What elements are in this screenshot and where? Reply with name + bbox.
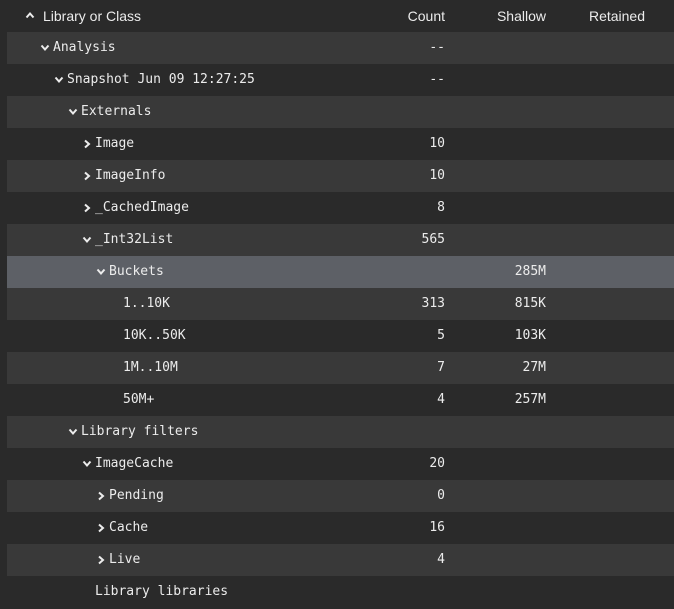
tree-row[interactable]: 1M..10M 7 27M	[7, 352, 674, 384]
tree-row[interactable]: _CachedImage 8	[7, 192, 674, 224]
row-name: ImageCache	[95, 456, 174, 471]
chevron-up-icon[interactable]	[25, 11, 35, 19]
row-name: Analysis	[53, 40, 116, 55]
row-shallow: 257M	[514, 392, 546, 407]
tree-row[interactable]: Snapshot Jun 09 12:27:25 --	[7, 64, 674, 96]
chevron-down-icon[interactable]	[82, 460, 92, 468]
row-name: _CachedImage	[95, 200, 189, 215]
row-name: Pending	[109, 488, 164, 503]
tree-row[interactable]: 50M+ 4 257M	[7, 384, 674, 416]
chevron-right-icon[interactable]	[83, 139, 91, 149]
table-header: Library or Class Count Shallow Retained	[0, 0, 674, 32]
chevron-down-icon[interactable]	[68, 428, 78, 436]
row-name: ImageInfo	[95, 168, 166, 183]
tree-row[interactable]: _Int32List 565	[7, 224, 674, 256]
row-count: 4	[437, 552, 445, 567]
row-name: Buckets	[109, 264, 164, 279]
row-count: --	[429, 72, 445, 87]
chevron-right-icon[interactable]	[97, 523, 105, 533]
row-name: 1M..10M	[123, 360, 178, 375]
row-count: 4	[437, 392, 445, 407]
chevron-down-icon[interactable]	[68, 108, 78, 116]
tree-row[interactable]: Analysis --	[7, 32, 674, 64]
tree-row[interactable]: Live 4	[7, 544, 674, 576]
tree-row[interactable]: Buckets 285M	[7, 256, 674, 288]
tree-row[interactable]: Library libraries	[7, 576, 674, 608]
tree-row[interactable]: 1..10K 313 815K	[7, 288, 674, 320]
tree-row[interactable]: ImageCache 20	[7, 448, 674, 480]
row-shallow: 815K	[514, 296, 546, 311]
tree-row[interactable]: Pending 0	[7, 480, 674, 512]
row-shallow: 103K	[514, 328, 546, 343]
chevron-down-icon[interactable]	[54, 76, 64, 84]
row-name: Library libraries	[95, 584, 229, 599]
row-name: 10K..50K	[123, 328, 186, 343]
row-name: 50M+	[123, 392, 155, 407]
row-shallow: 27M	[522, 360, 546, 375]
row-name: Live	[109, 552, 141, 567]
chevron-right-icon[interactable]	[83, 203, 91, 213]
row-count: 8	[437, 200, 445, 215]
chevron-right-icon[interactable]	[97, 491, 105, 501]
tree-row[interactable]: Image 10	[7, 128, 674, 160]
row-count: 5	[437, 328, 445, 343]
row-count: 7	[437, 360, 445, 375]
row-count: 565	[421, 232, 445, 247]
row-count: 10	[429, 168, 445, 183]
row-name: Library filters	[81, 424, 199, 439]
chevron-down-icon[interactable]	[40, 44, 50, 52]
row-name: Image	[95, 136, 135, 151]
row-name: Externals	[81, 104, 152, 119]
tree-row[interactable]: Library filters	[7, 416, 674, 448]
memory-tree-table: Analysis -- Snapshot Jun 09 12:27:25 -- Exte…	[7, 32, 674, 608]
column-header-count[interactable]: Count	[408, 8, 445, 24]
row-count: 20	[429, 456, 445, 471]
tree-row[interactable]: Externals	[7, 96, 674, 128]
chevron-right-icon[interactable]	[97, 555, 105, 565]
column-header-retained[interactable]: Retained	[589, 8, 645, 24]
column-header-shallow[interactable]: Shallow	[497, 8, 546, 24]
row-shallow: 285M	[514, 264, 546, 279]
row-count: 0	[437, 488, 445, 503]
tree-row[interactable]: 10K..50K 5 103K	[7, 320, 674, 352]
row-name: 1..10K	[123, 296, 170, 311]
row-name: Cache	[109, 520, 149, 535]
chevron-down-icon[interactable]	[82, 236, 92, 244]
chevron-right-icon[interactable]	[83, 171, 91, 181]
column-header-name[interactable]: Library or Class	[43, 8, 141, 24]
tree-row[interactable]: Cache 16	[7, 512, 674, 544]
tree-row[interactable]: ImageInfo 10	[7, 160, 674, 192]
chevron-down-icon[interactable]	[96, 268, 106, 276]
row-count: --	[429, 40, 445, 55]
row-count: 313	[421, 296, 445, 311]
row-name: _Int32List	[95, 232, 174, 247]
row-name: Snapshot Jun 09 12:27:25	[67, 72, 255, 87]
row-count: 10	[429, 136, 445, 151]
row-count: 16	[429, 520, 445, 535]
